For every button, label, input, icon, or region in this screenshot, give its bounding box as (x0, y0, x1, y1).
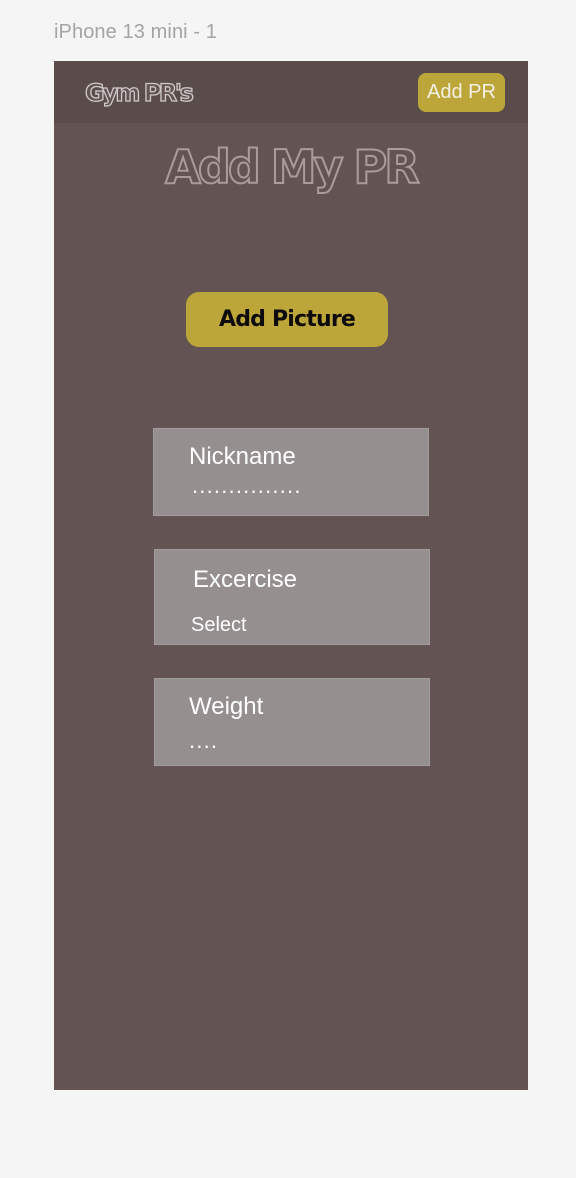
weight-label: Weight (189, 693, 264, 720)
nickname-label: Nickname (189, 443, 296, 470)
exercise-select[interactable]: Select (191, 614, 247, 637)
brand-logo[interactable]: Gym PR's (84, 76, 194, 110)
nickname-input[interactable]: ............... (192, 473, 302, 499)
add-pr-button[interactable]: Add PR (418, 73, 505, 112)
weight-input[interactable]: .... (189, 728, 218, 754)
page-title: Add My PR (164, 139, 420, 195)
exercise-label: Excercise (193, 566, 298, 593)
frame-label: iPhone 13 mini - 1 (54, 21, 218, 43)
nickname-field[interactable]: Nickname ............... (153, 428, 429, 516)
top-bar: Gym PR's Add PR (54, 61, 528, 123)
phone-screen: Gym PR's Add PR Add My PR Add Picture Ni… (54, 61, 528, 1090)
exercise-field[interactable]: Excercise Select (154, 549, 430, 645)
weight-field[interactable]: Weight .... (154, 678, 430, 766)
add-picture-button[interactable]: Add Picture (186, 292, 388, 347)
